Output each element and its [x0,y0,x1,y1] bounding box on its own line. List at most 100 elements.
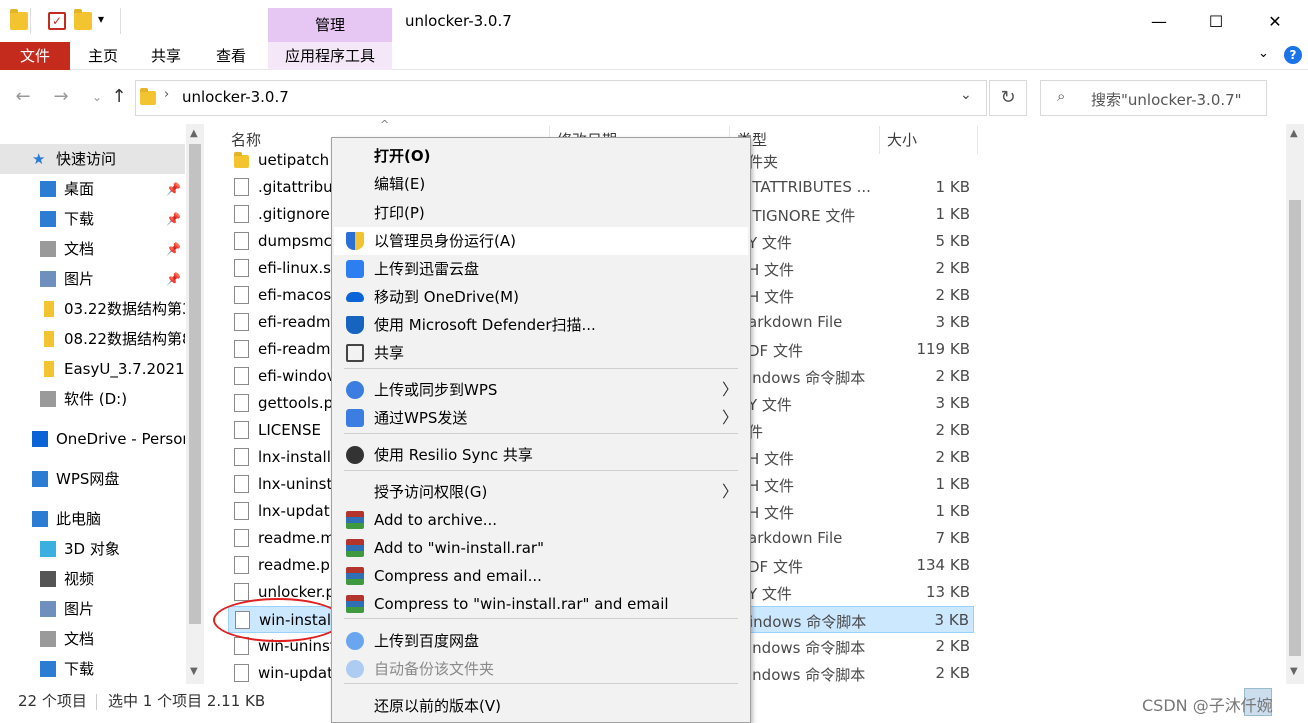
file-size: 1 KB [935,502,970,520]
divider [96,694,97,710]
file-size: 3 KB [935,394,970,412]
new-folder-icon[interactable] [74,9,92,30]
menu-item[interactable]: Add to archive... [334,506,748,534]
scroll-up-icon[interactable]: ▲ [190,128,198,139]
scroll-down-icon[interactable]: ▼ [190,666,198,677]
menu-item-label: 打印(P) [374,204,425,222]
file-type: H 文件 [748,450,795,468]
file-size: 2 KB [935,421,970,439]
sidebar-item[interactable]: 08.22数据结构第8 [0,324,185,354]
menu-item[interactable]: 使用 Microsoft Defender扫描... [334,311,748,339]
pin-icon: 📌 [166,212,181,226]
file-icon [234,448,249,466]
sidebar-item[interactable]: 图片 📌 [0,264,185,294]
chevron-down-icon[interactable]: ⌄ [1258,46,1269,61]
file-size: 134 KB [916,556,970,574]
menu-item[interactable]: Add to "win-install.rar" [334,534,748,562]
chevron-down-icon[interactable]: ⌄ [960,87,972,103]
minimize-button[interactable]: — [1136,6,1182,38]
wps-upload-icon [346,381,364,399]
customize-quick-access-icon[interactable]: ▾ [98,12,104,26]
breadcrumb-chevron-icon[interactable]: › [164,87,169,102]
sidebar-item[interactable]: 03.22数据结构第3 [0,294,185,324]
file-icon [234,205,249,223]
sidebar-item[interactable]: ★ 快速访问 [0,144,185,174]
sidebar-item[interactable]: 视频 [0,564,185,594]
close-button[interactable]: ✕ [1252,6,1298,38]
menu-item[interactable]: 上传到迅雷云盘 [334,255,748,283]
sidebar-item[interactable]: 下载 📌 [0,204,185,234]
title-bar: ✓ ▾ 管理 unlocker-3.0.7 — ☐ ✕ [0,0,1308,42]
nav-scrollbar[interactable]: ▲ ▼ [186,124,204,684]
menu-item[interactable]: 移动到 OneDrive(M) [334,283,748,311]
menu-item[interactable]: 还原以前的版本(V) [334,692,748,720]
sidebar-item[interactable]: EasyU_3.7.2021.0 [0,354,185,384]
menu-item[interactable]: 打印(P) [334,199,748,227]
document-icon [40,241,56,257]
file-icon [234,529,249,547]
tab-share[interactable]: 共享 [143,42,189,70]
file-size: 2 KB [935,637,970,655]
pin-icon: 📌 [166,272,181,286]
file-type: H 文件 [748,288,795,306]
sidebar-item[interactable]: 3D 对象 [0,534,185,564]
sidebar-item[interactable]: 文档 📌 [0,234,185,264]
sidebar-item-label: 下载 [64,210,95,228]
search-input[interactable]: ⌕ 搜索"unlocker-3.0.7" [1040,80,1267,116]
winrar-icon [346,511,364,529]
breadcrumb[interactable]: unlocker-3.0.7 [182,88,289,106]
scroll-thumb[interactable] [189,144,201,624]
menu-item[interactable]: 通过WPS发送 〉 [334,404,748,432]
scroll-down-icon[interactable]: ▼ [1290,666,1298,677]
tab-app-tools[interactable]: 应用程序工具 [268,42,392,70]
file-name: .gitignore [258,205,330,223]
file-name: efi-readm [258,340,331,358]
file-icon [234,178,249,196]
tab-home[interactable]: 主页 [80,42,126,70]
file-type: Y 文件 [748,234,792,252]
sidebar-item[interactable]: 图片 [0,594,185,624]
file-type: Y 文件 [748,585,792,603]
menu-item[interactable]: 上传或同步到WPS 〉 [334,376,748,404]
file-size: 2 KB [935,259,970,277]
menu-item[interactable]: 上传到百度网盘 [334,627,748,655]
scroll-thumb[interactable] [1289,200,1301,656]
sidebar-item[interactable]: WPS网盘 [0,464,185,494]
scroll-up-icon[interactable]: ▲ [1290,128,1298,139]
menu-item[interactable]: 编辑(E) [334,170,748,198]
refresh-button[interactable]: ↻ [989,80,1027,116]
file-list-scrollbar[interactable]: ▲ ▼ [1286,124,1304,684]
video-icon [40,571,56,587]
sidebar-item[interactable]: 桌面 📌 [0,174,185,204]
forward-arrow-icon[interactable]: → [50,86,72,108]
sidebar-item[interactable]: 文档 [0,624,185,654]
menu-item[interactable]: 共享 [334,339,748,367]
recent-locations-chevron-icon[interactable]: ⌄ [86,86,108,108]
sidebar-item[interactable]: OneDrive - Persor [0,424,185,454]
file-name: LICENSE [258,421,321,439]
help-icon[interactable]: ? [1284,46,1302,64]
back-arrow-icon[interactable]: ← [12,86,34,108]
menu-item[interactable]: 以管理员身份运行(A) [334,227,748,255]
menu-item[interactable]: 打开(O) [334,142,748,170]
address-bar[interactable]: › unlocker-3.0.7 ⌄ [135,80,987,116]
maximize-button[interactable]: ☐ [1193,6,1239,38]
menu-item[interactable]: 使用 Resilio Sync 共享 [334,441,748,469]
file-type: arkdown File [748,313,843,331]
menu-item[interactable]: Compress to "win-install.rar" and email [334,590,748,618]
tab-file[interactable]: 文件 [0,42,70,70]
file-name: win-updat [258,664,333,682]
properties-check-icon[interactable]: ✓ [48,12,66,30]
baidu-icon [346,632,364,650]
download-icon [40,211,56,227]
menu-item[interactable]: 授予访问权限(G) 〉 [334,478,748,506]
menu-item[interactable]: Compress and email... [334,562,748,590]
sidebar-item-label: 08.22数据结构第8 [64,330,185,348]
sidebar-item[interactable]: 此电脑 [0,504,185,534]
tab-view[interactable]: 查看 [208,42,254,70]
sidebar-item[interactable]: 下载 [0,654,185,684]
file-size: 1 KB [935,178,970,196]
sidebar-item[interactable]: 软件 (D:) [0,384,185,414]
divider[interactable] [977,126,978,154]
up-arrow-icon[interactable]: ↑ [108,86,130,108]
